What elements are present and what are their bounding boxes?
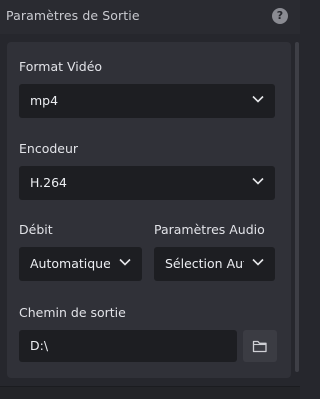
bottom-divider — [0, 386, 300, 399]
browse-folder-button[interactable] — [243, 330, 277, 362]
output-path-input[interactable]: D:\ — [19, 330, 237, 362]
encoder-value: H.264 — [30, 175, 68, 190]
audio-settings-value: Sélection Auto — [165, 256, 244, 271]
output-path-label: Chemin de sortie — [19, 305, 126, 320]
video-format-label: Format Vidéo — [19, 59, 103, 74]
panel-header: Paramètres de Sortie ? — [0, 0, 300, 34]
scrollbar[interactable] — [294, 42, 300, 378]
output-settings-panel: Format Vidéo mp4 Encodeur H.264 Débit Au… — [7, 42, 291, 378]
chevron-down-icon — [252, 258, 264, 266]
audio-settings-label: Paramètres Audio — [154, 222, 265, 237]
chevron-down-icon — [119, 258, 131, 266]
video-format-select[interactable]: mp4 — [19, 84, 275, 118]
bitrate-label: Débit — [19, 222, 53, 237]
encoder-select[interactable]: H.264 — [19, 166, 275, 200]
bitrate-value: Automatique — [30, 256, 110, 271]
section-title: Paramètres de Sortie — [6, 8, 140, 23]
output-path-value: D:\ — [30, 338, 49, 353]
chevron-down-icon — [252, 177, 264, 185]
help-icon[interactable]: ? — [272, 8, 288, 24]
chevron-down-icon — [252, 95, 264, 103]
video-format-value: mp4 — [30, 93, 59, 108]
audio-settings-select[interactable]: Sélection Auto — [154, 247, 275, 281]
encoder-label: Encodeur — [19, 141, 79, 156]
bitrate-select[interactable]: Automatique — [19, 247, 142, 281]
folder-icon — [252, 340, 267, 353]
